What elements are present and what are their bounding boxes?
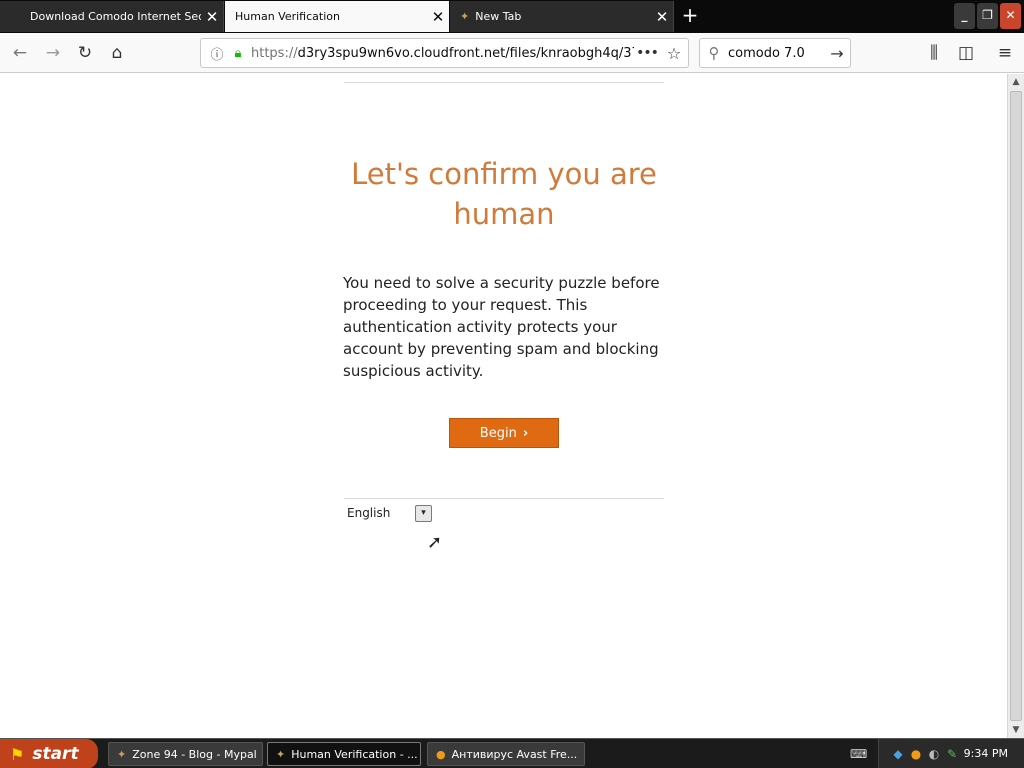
back-arrow-icon[interactable]: ← [8,41,32,65]
start-label: start [32,744,79,764]
bookmark-star-icon[interactable]: ☆ [660,44,688,63]
clock: 9:34 PM [963,747,1008,760]
scroll-down-icon[interactable]: ▼ [1008,722,1024,738]
tab-favicon-icon: ✦ [460,10,470,23]
begin-button[interactable]: Begin › [449,418,559,448]
reload-icon[interactable]: ↻ [73,41,97,65]
tab-title: Human Verification [235,10,340,23]
url-bar[interactable]: ⓘ 🔒︎ https://d3ry3spu9wn6vo.cloudfront.n… [200,38,689,68]
avast-tray-icon[interactable]: ● [909,747,923,761]
taskbar-item-avast[interactable]: ● Антивирус Avast Fre... [427,742,585,766]
keyboard-icon[interactable]: ⌨ [850,747,867,761]
close-icon[interactable]: ✕ [427,8,449,26]
description-text: You need to solve a security puzzle befo… [343,274,660,380]
info-icon[interactable]: ⓘ [205,44,229,63]
volume-icon[interactable]: ◐ [927,747,941,761]
tab-strip: Download Comodo Internet Secur ✕ Human V… [0,0,1024,33]
taskbar-item-label: Антивирус Avast Fre... [451,747,578,761]
search-bar[interactable]: ⚲ comodo 7.0 → [699,38,851,68]
sidebar-icon[interactable]: ◫ [954,41,978,65]
search-icon: ⚲ [708,44,720,62]
system-tray: ◆ ● ◐ ✎ 9:34 PM [878,739,1024,768]
scrollbar-thumb[interactable] [1010,91,1022,721]
taskbar: ⚑ start ✦ Zone 94 - Blog - Mypal ✦ Human… [0,738,1024,768]
taskbar-item-label: Human Verification - ... [291,747,418,761]
library-icon[interactable]: ⫼ [922,41,946,65]
mypal-icon: ✦ [117,747,127,761]
search-input[interactable]: comodo 7.0 [728,46,824,61]
taskbar-item-human-verification[interactable]: ✦ Human Verification - ... [267,742,421,766]
url-text[interactable]: https://d3ry3spu9wn6vo.cloudfront.net/fi… [247,46,634,61]
windows-flag-icon: ⚑ [10,744,25,764]
taskbar-item-zone94[interactable]: ✦ Zone 94 - Blog - Mypal [108,742,263,766]
chevron-right-icon: › [522,425,529,441]
language-label: English [347,506,391,520]
mouse-cursor-icon: ➚ [427,532,443,553]
restore-icon[interactable]: ❐ [977,3,998,29]
avast-icon: ● [436,747,446,761]
new-tab-plus-icon[interactable]: + [678,4,702,28]
tab-new-tab[interactable]: ✦ New Tab ✕ [450,1,674,32]
language-dropdown-chevron-down-icon[interactable]: ▾ [415,505,432,522]
tab-title: New Tab [475,10,522,23]
lock-icon[interactable]: 🔒︎ [229,46,247,61]
safely-remove-icon[interactable]: ✎ [945,747,959,761]
minimize-icon[interactable]: _ [954,3,975,29]
page-title: Let's confirm you are human [351,157,657,231]
home-icon[interactable]: ⌂ [105,41,129,65]
search-go-arrow-icon[interactable]: → [824,44,850,63]
mypal-icon: ✦ [276,747,286,761]
screen: Download Comodo Internet Secur ✕ Human V… [0,0,1024,768]
close-icon[interactable]: ✕ [201,8,223,26]
navigation-bar: ← → ↻ ⌂ ⓘ 🔒︎ https://d3ry3spu9wn6vo.clou… [0,33,1024,73]
start-button[interactable]: ⚑ start [0,739,98,768]
scroll-up-icon[interactable]: ▲ [1008,74,1024,90]
network-icon[interactable]: ◆ [891,747,905,761]
taskbar-item-label: Zone 94 - Blog - Mypal [132,747,257,761]
window-close-icon[interactable]: ✕ [1000,3,1021,29]
tab-human-verification[interactable]: Human Verification ✕ [225,1,449,32]
hamburger-menu-icon[interactable]: ≡ [993,41,1017,65]
divider [344,498,664,499]
url-protocol: https:// [251,45,298,61]
page-content: Let's confirm you are human You need to … [0,74,1007,738]
forward-arrow-icon[interactable]: → [41,41,65,65]
tab-comodo-download[interactable]: Download Comodo Internet Secur ✕ [0,1,224,32]
vertical-scrollbar[interactable]: ▲ ▼ [1007,74,1024,738]
tab-title: Download Comodo Internet Secur [30,10,201,23]
url-host-path: d3ry3spu9wn6vo.cloudfront.net/files/knra… [297,45,634,61]
page-actions-icon[interactable]: ••• [634,45,660,61]
close-icon[interactable]: ✕ [651,8,673,26]
divider [344,82,664,83]
begin-button-label: Begin [479,425,517,441]
